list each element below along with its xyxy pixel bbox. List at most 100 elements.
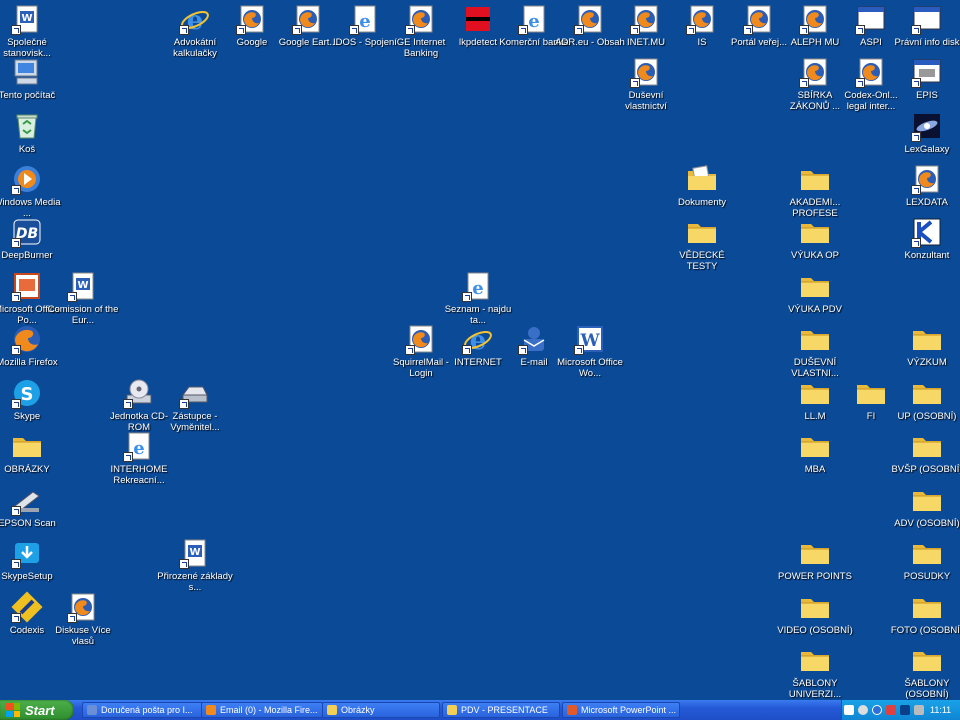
desktop-icon-label: VÝUKA PDV [788,304,842,315]
svg-text:e: e [187,6,204,35]
desktop-icon[interactable]: SkypeSetup [0,537,65,582]
desktop-icon[interactable]: Tento počítač [0,56,65,101]
desktop-icon[interactable]: VĚDECKÉ TESTY [664,216,740,272]
firefox-page-icon [236,3,268,35]
skype-icon: S [11,377,43,409]
desktop-icon[interactable]: VIDEO (OSOBNÍ) [777,591,853,636]
desktop-icon-label: DUŠEVNÍ VLASTNI... [791,357,839,379]
shortcut-arrow-icon [11,506,21,516]
desktop-icon[interactable]: Právní info disk [889,3,960,48]
desktop-icon[interactable]: BVŠP (OSOBNÍ) [889,430,960,475]
shortcut-arrow-icon [11,345,21,355]
svg-text:e: e [528,11,539,32]
desktop-icon[interactable]: Duševní vlastnictví [608,56,684,112]
desktop-icon[interactable]: VÝUKA PDV [777,270,853,315]
shortcut-arrow-icon [11,559,21,569]
folder-icon [799,323,831,355]
desktop-icon[interactable]: POWER POINTS [777,537,853,582]
svg-text:W: W [21,13,32,24]
window-app-icon [855,3,887,35]
desktop-icon[interactable]: W Přirozené základy s... [157,537,233,593]
desktop-icon[interactable]: Windows Media ... [0,163,65,219]
clock[interactable]: 11:11 [930,705,951,715]
desktop-icon[interactable]: ŠABLONY (OSOBNÍ) [889,644,960,700]
desktop-icon[interactable]: OBRÁZKY [0,430,65,475]
desktop-icon[interactable]: W Společné stanovisk... [0,3,65,59]
folder-icon [911,377,943,409]
shortcut-arrow-icon [911,132,921,142]
shortcut-arrow-icon [630,78,640,88]
volume-icon[interactable] [914,705,924,715]
powerpoint-icon [567,705,577,715]
shortcut-arrow-icon [911,185,921,195]
start-button[interactable]: Start [0,700,74,720]
desktop-icon[interactable]: e Seznam - najdu ta... [440,270,516,326]
desktop-icon[interactable]: VÝUKA OP [777,216,853,261]
firefox-page-icon [799,56,831,88]
recycle-bin-icon [11,110,43,142]
folder-icon [799,430,831,462]
desktop-icon[interactable]: FOTO (OSOBNÍ) [889,591,960,636]
epis-icon [911,56,943,88]
shortcut-arrow-icon [799,25,809,35]
desktop-icon[interactable]: Konzultant [889,216,960,261]
desktop-icon-label: EPSON Scan [0,518,56,529]
desktop-icon[interactable]: W Comission of the Eur... [45,270,121,326]
shortcut-arrow-icon [462,292,472,302]
shortcut-arrow-icon [349,25,359,35]
desktop-icon[interactable]: UP (OSOBNÍ) [889,377,960,422]
bluetooth-icon[interactable] [872,705,882,715]
desktop-icon[interactable]: ADV (OSOBNÍ) [889,484,960,529]
desktop-icon[interactable]: MBA [777,430,853,475]
codexis-icon [11,591,43,623]
powerpoint-icon [11,270,43,302]
desktop-icon[interactable]: VÝZKUM [889,323,960,368]
taskbar-button[interactable]: Doručená pošta pro I... [82,702,204,718]
desktop-icon[interactable]: e INTERHOME Rekreacní... [101,430,177,486]
desktop-icon-label: VĚDECKÉ TESTY [679,250,725,272]
desktop-icon[interactable]: AKADEMI... PROFESE [777,163,853,219]
help-icon[interactable] [844,705,854,715]
desktop-icon-label: OBRÁZKY [4,464,50,475]
desktop-icon[interactable]: Mozilla Firefox [0,323,65,368]
desktop-icon[interactable]: Diskuse Více vlasů [45,591,121,647]
desktop-icon[interactable]: S Skype [0,377,65,422]
av-shield-icon[interactable] [900,705,910,715]
desktop-icon[interactable]: W Microsoft Office Wo... [552,323,628,379]
ie-icon: e [462,323,494,355]
web-page-icon: e [123,430,155,462]
media-player-icon [11,163,43,195]
desktop-icon[interactable]: EPIS [889,56,960,101]
taskbar-button[interactable]: PDV - PRESENTACE [442,702,560,718]
security-icon[interactable] [886,705,896,715]
desktop-icon[interactable]: POSUDKY [889,537,960,582]
desktop-icon[interactable]: Dokumenty [664,163,740,208]
shortcut-arrow-icon [911,25,921,35]
desktop-icon[interactable]: DB DeepBurner [0,216,65,261]
shortcut-arrow-icon [405,25,415,35]
desktop-icon-label: Skype [13,411,41,422]
desktop-icon[interactable]: Koš [0,110,65,155]
desktop-icon[interactable]: LEXDATA [889,163,960,208]
desktop-icon-label: ADV (OSOBNÍ) [894,518,960,529]
desktop-icon[interactable]: ŠABLONY UNIVERZI... [777,644,853,700]
desktop-icon[interactable]: LexGalaxy [889,110,960,155]
web-page-icon: e [349,3,381,35]
folder-icon [327,705,337,715]
desktop-icon-label: Dokumenty [677,197,727,208]
taskbar-button[interactable]: Obrázky [322,702,440,718]
desktop-icon-label: Koš [18,144,36,155]
shortcut-arrow-icon [11,399,21,409]
window-app-icon [911,3,943,35]
taskbar-button-label: PDV - PRESENTACE [461,705,548,715]
desktop-icon[interactable]: DUŠEVNÍ VLASTNI... [777,323,853,379]
desktop-icon[interactable]: EPSON Scan [0,484,65,529]
desktop-icon[interactable]: Zástupce - Vyměnitel... [157,377,233,433]
taskbar-button[interactable]: Email (0) - Mozilla Fire... [201,702,323,718]
folder-icon [799,270,831,302]
folder-icon [911,430,943,462]
taskbar-button[interactable]: Microsoft PowerPoint ... [562,702,680,718]
shortcut-arrow-icon [855,78,865,88]
firefox-page-icon [405,3,437,35]
network-icon[interactable] [858,705,868,715]
